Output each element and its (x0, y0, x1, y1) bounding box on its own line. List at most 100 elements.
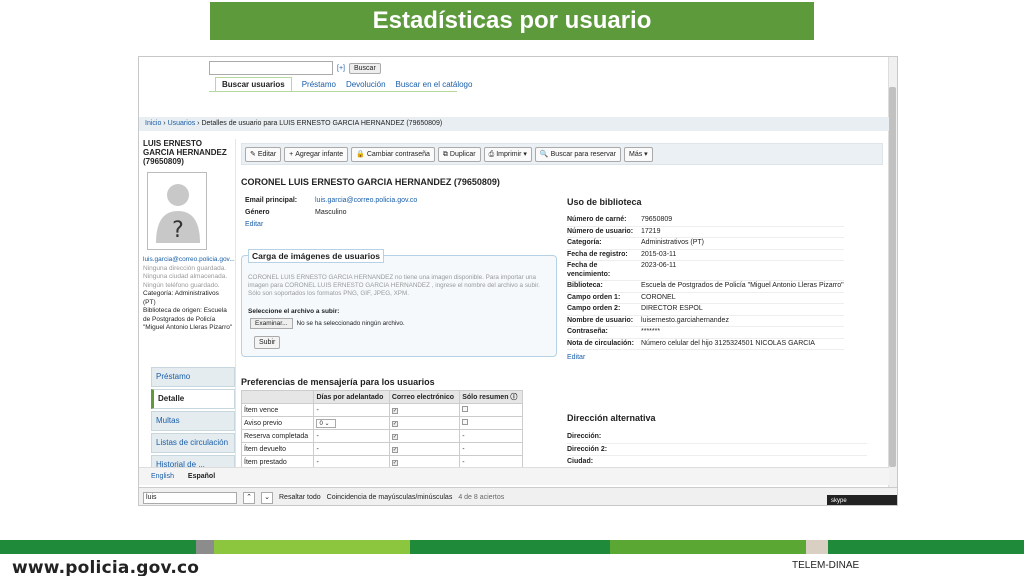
find-previous-button[interactable]: ⌃ (243, 491, 255, 504)
digest-checkbox[interactable] (462, 406, 469, 412)
add-child-button-label: Agregar infante (295, 150, 344, 158)
match-case-toggle[interactable]: Coincidencia de mayúsculas/minúsculas (327, 494, 453, 501)
email-checkbox[interactable]: ✓ (391, 420, 398, 427)
email-checkbox[interactable]: ✓ (391, 446, 398, 453)
field-label: Fecha de registro: (567, 249, 641, 261)
browse-button[interactable]: Examinar... (250, 318, 293, 329)
field-label: Nota de circulación: (567, 338, 641, 350)
email-checkbox[interactable]: ✓ (391, 433, 398, 440)
koha-screenshot: [+] Buscar Buscar usuarios Préstamo Devo… (138, 56, 898, 506)
change-password-button-label: Cambiar contraseña (366, 150, 430, 158)
tab-search-catalog[interactable]: Buscar en el catálogo (396, 80, 473, 89)
language-spanish[interactable]: Español (188, 473, 215, 480)
footer-stripe (410, 540, 610, 554)
pencil-icon: ✎ (250, 150, 256, 158)
more-dropdown[interactable]: Más ▾ (624, 146, 653, 162)
print-dropdown[interactable]: ⎙ Imprimir ▾ (483, 146, 532, 162)
search-tabs: Buscar usuarios Préstamo Devolución Busc… (215, 77, 472, 91)
footer-stripe (828, 540, 1024, 554)
footer-tag: TELEM-DINAE (792, 560, 860, 571)
advanced-search-link[interactable]: [+] (337, 65, 345, 72)
breadcrumb-patrons[interactable]: Usuarios (168, 120, 196, 127)
breadcrumb: Inicio › Usuarios › Detalles de usuario … (139, 117, 889, 131)
field-value: Administrativos (PT) (641, 237, 844, 250)
digest-cell (459, 403, 523, 417)
email-link[interactable]: luis.garcia@correo.policia.gov.co (311, 195, 421, 207)
language-english[interactable]: English (151, 473, 174, 480)
days-cell: 0 ⌄ (313, 416, 390, 430)
days-select[interactable]: 0 ⌄ (316, 418, 337, 428)
tab-checkout[interactable]: Préstamo (302, 80, 336, 89)
column-header: Correo electrónico (388, 390, 461, 404)
find-input[interactable]: luis (143, 491, 237, 504)
nav-fines[interactable]: Multas (151, 411, 235, 431)
table-row: Nota de circulación: Número celular del h… (567, 338, 844, 350)
edit-library-use-link[interactable]: Editar (567, 354, 883, 361)
table-row: Reserva completada - ✓ - (240, 429, 523, 443)
sidebar-email[interactable]: luis.garcia@correo.policia.gov... (143, 256, 235, 265)
search-button[interactable]: Buscar (348, 62, 381, 74)
duplicate-button-label: Duplicar (449, 150, 476, 158)
nav-checkouts[interactable]: Préstamo (151, 367, 235, 387)
field-label: Nombre de usuario: (567, 315, 641, 327)
digest-checkbox[interactable] (462, 419, 469, 425)
table-row: Ciudad: (567, 455, 867, 468)
sidebar-patron-info: luis.garcia@correo.policia.gov... Ningun… (143, 256, 235, 333)
messaging-title: Preferencias de mensajería para los usua… (241, 377, 435, 387)
field-label: Número de carné: (567, 215, 641, 227)
browser-find-bar: luis ⌃ ⌄ Resaltar todo Coincidencia de m… (139, 487, 897, 505)
patron-nav: Préstamo Detalle Multas Listas de circul… (151, 367, 235, 477)
nav-details[interactable]: Detalle (151, 389, 235, 409)
field-label: Número de usuario: (567, 226, 641, 238)
field-label: Biblioteca: (567, 280, 641, 293)
email-cell: ✓ (388, 403, 461, 417)
table-row: Ítem devuelto - ✓ - (240, 442, 523, 456)
contact-table: Email principal: luis.garcia@correo.poli… (241, 195, 421, 219)
tab-search-patrons[interactable]: Buscar usuarios (215, 77, 292, 91)
edit-button[interactable]: ✎ Editar (245, 146, 282, 162)
library-use-section: Uso de biblioteca Número de carné: 796508… (567, 197, 883, 361)
table-row: Ítem vence - ✓ (240, 403, 523, 417)
field-label: Ciudad: (567, 455, 867, 468)
breadcrumb-home[interactable]: Inicio (145, 120, 161, 127)
edit-contact-link[interactable]: Editar (241, 221, 561, 228)
email-checkbox[interactable]: ✓ (391, 459, 398, 466)
table-header-row: Días por adelantado Correo electrónico S… (240, 390, 523, 404)
footer-url: www.policia.gov.co (12, 558, 200, 576)
field-label: Dirección 2: (567, 443, 867, 456)
upload-submit-button[interactable]: Subir (254, 336, 281, 349)
add-child-button[interactable]: + Agregar infante (284, 146, 349, 162)
file-input[interactable]: Examinar... No se ha seleccionado ningún… (250, 318, 405, 329)
field-label: Fecha de vencimiento: (567, 260, 641, 281)
tab-checkin[interactable]: Devolución (346, 80, 386, 89)
message-type: Aviso previo (240, 416, 315, 430)
find-next-button[interactable]: ⌄ (261, 491, 273, 504)
field-value: luisernesto.garciahernandez (641, 315, 844, 327)
duplicate-button[interactable]: ⧉ Duplicar (437, 146, 481, 162)
highlight-all-toggle[interactable]: Resaltar todo (279, 494, 321, 501)
table-row: Campo orden 1: CORONEL (567, 292, 844, 304)
skype-badge: skype (827, 495, 897, 505)
email-checkbox[interactable]: ✓ (391, 407, 398, 414)
days-in-advance: - (313, 442, 390, 456)
vertical-scrollbar[interactable] (888, 57, 897, 487)
nav-routing-lists[interactable]: Listas de circulación (151, 433, 235, 453)
patron-sidebar: LUIS ERNESTO GARCIA HERNANDEZ (79650809)… (143, 139, 235, 333)
gender-value: Masculino (315, 209, 347, 216)
patron-search-row: [+] Buscar (209, 61, 381, 75)
edit-button-label: Editar (257, 150, 277, 158)
field-value: 2023-06-11 (641, 260, 844, 281)
field-value: CORONEL (641, 292, 844, 304)
patron-search-input[interactable] (209, 61, 333, 75)
days-in-advance: - (313, 429, 390, 443)
image-upload-fieldset: Carga de imágenes de usuarios CORONEL LU… (241, 249, 557, 357)
scroll-thumb[interactable] (889, 87, 896, 467)
field-value: DIRECTOR ESPOL (641, 303, 844, 316)
library-use-title: Uso de biblioteca (567, 197, 642, 207)
search-to-hold-button[interactable]: 🔍 Buscar para reservar (534, 146, 621, 162)
change-password-button[interactable]: 🔒 Cambiar contraseña (351, 146, 435, 162)
sidebar-home-library: Biblioteca de origen: Escuela de Postgra… (143, 307, 233, 331)
default-avatar-icon: ? (156, 184, 200, 243)
table-row: Género Masculino (241, 207, 421, 219)
field-value: ******* (641, 326, 844, 339)
